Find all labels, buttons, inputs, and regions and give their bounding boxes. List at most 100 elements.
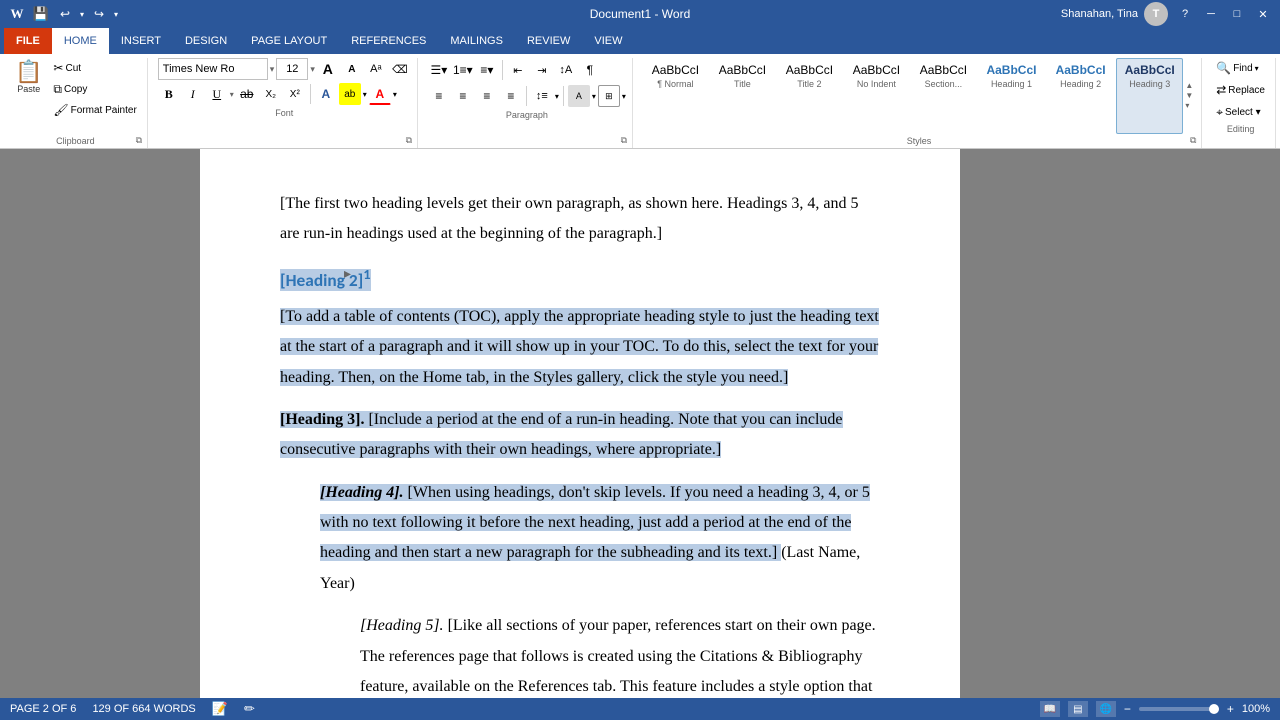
highlight-dropdown[interactable]: ▾	[363, 90, 367, 99]
cut-button[interactable]: ✂ Cut	[49, 58, 140, 78]
style-heading1[interactable]: AaBbCcI Heading 1	[978, 58, 1045, 134]
show-para-btn[interactable]: ¶	[579, 59, 601, 81]
editing-label: Editing	[1212, 124, 1269, 134]
customize-quick-access[interactable]: ▾	[114, 10, 118, 19]
word-count: 129 OF 664 WORDS	[92, 703, 195, 715]
borders-btn[interactable]: ⊞	[598, 85, 620, 107]
subscript-btn[interactable]: X₂	[260, 83, 282, 105]
paragraph-expand[interactable]: ⧉	[618, 134, 630, 146]
underline-btn[interactable]: U	[206, 83, 228, 105]
zoom-thumb[interactable]	[1209, 704, 1219, 714]
font-shrink-btn[interactable]: A	[341, 58, 363, 80]
font-size-input[interactable]	[276, 58, 308, 80]
page-info: PAGE 2 OF 6	[10, 703, 76, 715]
align-left-btn[interactable]: ≡	[428, 85, 450, 107]
line-spacing-dropdown[interactable]: ▾	[555, 92, 559, 101]
style-no-indent[interactable]: AaBbCcI No Indent	[844, 58, 909, 134]
tab-view[interactable]: VIEW	[582, 28, 634, 54]
track-changes-icon[interactable]: ✏	[244, 701, 255, 717]
zoom-out-btn[interactable]: −	[1124, 702, 1131, 716]
strikethrough-btn[interactable]: ab	[236, 83, 258, 105]
select-button[interactable]: ⌖ Select ▾	[1212, 102, 1269, 122]
highlight-btn[interactable]: ab	[339, 83, 361, 105]
paste-button[interactable]: 📋 Paste	[10, 58, 47, 97]
style-normal[interactable]: AaBbCcI ¶ Normal	[643, 58, 708, 134]
close-btn[interactable]: ✕	[1254, 5, 1272, 23]
shading-dropdown[interactable]: ▾	[592, 92, 596, 101]
format-divider	[310, 84, 311, 104]
align-right-btn[interactable]: ≡	[476, 85, 498, 107]
web-view-btn[interactable]: 🌐	[1096, 701, 1116, 717]
redo-btn[interactable]: ↪	[90, 5, 108, 23]
replace-button[interactable]: ⇄ Replace	[1212, 80, 1269, 100]
change-case-btn[interactable]: Aᵃ	[365, 58, 387, 80]
tab-mailings[interactable]: MAILINGS	[438, 28, 515, 54]
increase-indent-btn[interactable]: ⇥	[531, 59, 553, 81]
copy-button[interactable]: ⧉ Copy	[49, 79, 140, 99]
scroll-up-icon: ▲	[1185, 82, 1193, 90]
bullets-btn[interactable]: ☰▾	[428, 59, 450, 81]
style-no-spacing[interactable]: AaBbCcI Title	[710, 58, 775, 134]
undo-dropdown[interactable]: ▾	[80, 10, 84, 19]
tab-page-layout[interactable]: PAGE LAYOUT	[239, 28, 339, 54]
font-color-dropdown[interactable]: ▾	[393, 90, 397, 99]
font-name-dropdown[interactable]: ▾	[270, 64, 275, 75]
sort-btn[interactable]: ↕A	[555, 59, 577, 81]
clear-format-btn[interactable]: ⌫	[389, 58, 411, 80]
bold-btn[interactable]: B	[158, 83, 180, 105]
undo-btn[interactable]: ↩	[56, 5, 74, 23]
clipboard-expand[interactable]: ⧉	[133, 134, 145, 146]
justify-btn[interactable]: ≡	[500, 85, 522, 107]
style-title2[interactable]: AaBbCcI Title 2	[777, 58, 842, 134]
font-grow-btn[interactable]: A	[317, 58, 339, 80]
text-effect-btn[interactable]: A	[315, 83, 337, 105]
zoom-slider[interactable]	[1139, 707, 1219, 711]
heading2[interactable]: [Heading 2]1	[280, 262, 880, 296]
decrease-indent-btn[interactable]: ⇤	[507, 59, 529, 81]
toc-paragraph[interactable]: [To add a table of contents (TOC), apply…	[280, 302, 880, 393]
read-view-btn[interactable]: 📖	[1040, 701, 1060, 717]
help-btn[interactable]: ?	[1176, 5, 1194, 23]
tab-design[interactable]: DESIGN	[173, 28, 239, 54]
font-color-btn[interactable]: A	[369, 83, 391, 105]
find-icon: 🔍	[1216, 61, 1231, 75]
superscript-btn[interactable]: X²	[284, 83, 306, 105]
font-size-dropdown[interactable]: ▾	[310, 64, 315, 75]
shading-btn[interactable]: A	[568, 85, 590, 107]
tab-home[interactable]: HOME	[52, 28, 109, 54]
styles-expand[interactable]: ⧉	[1187, 134, 1199, 146]
format-painter-button[interactable]: 🖌 Format Painter	[49, 100, 140, 120]
tab-insert[interactable]: INSERT	[109, 28, 173, 54]
heading4-paragraph[interactable]: [Heading 4]. [When using headings, don't…	[320, 478, 880, 600]
underline-dropdown[interactable]: ▾	[230, 90, 234, 99]
heading3-paragraph[interactable]: [Heading 3]. [Include a period at the en…	[280, 405, 880, 466]
find-dropdown[interactable]: ▾	[1255, 64, 1259, 73]
document-area[interactable]: [The first two heading levels get their …	[0, 149, 1280, 698]
borders-dropdown[interactable]: ▾	[622, 92, 626, 101]
heading3-wrapper: [Heading 3]. [Include a period at the en…	[280, 411, 843, 458]
tab-file[interactable]: FILE	[4, 28, 52, 54]
style-heading3[interactable]: AaBbCcI Heading 3	[1116, 58, 1183, 134]
align-center-btn[interactable]: ≡	[452, 85, 474, 107]
tab-references[interactable]: REFERENCES	[339, 28, 438, 54]
font-name-input[interactable]	[158, 58, 268, 80]
restore-btn[interactable]: □	[1228, 5, 1246, 23]
numbering-btn[interactable]: 1≡▾	[452, 59, 474, 81]
line-spacing-btn[interactable]: ↕≡	[531, 85, 553, 107]
heading5-paragraph[interactable]: [Heading 5]. [Like all sections of your …	[360, 611, 880, 698]
print-view-btn[interactable]: ▤	[1068, 701, 1088, 717]
font-expand[interactable]: ⧉	[403, 134, 415, 146]
multilevel-btn[interactable]: ≡▾	[476, 59, 498, 81]
document-page[interactable]: [The first two heading levels get their …	[200, 149, 960, 698]
save-quick-btn[interactable]: 💾	[32, 5, 50, 23]
find-button[interactable]: 🔍 Find ▾	[1212, 58, 1269, 78]
spelling-icon[interactable]: 📝	[212, 701, 228, 717]
style-heading2[interactable]: AaBbCcI Heading 2	[1047, 58, 1114, 134]
style-section[interactable]: AaBbCcI Section...	[911, 58, 976, 134]
styles-scroll[interactable]: ▲ ▼ ▾	[1183, 58, 1195, 134]
zoom-in-btn[interactable]: +	[1227, 702, 1234, 716]
intro-paragraph[interactable]: [The first two heading levels get their …	[280, 189, 880, 250]
tab-review[interactable]: REVIEW	[515, 28, 582, 54]
minimize-btn[interactable]: ─	[1202, 5, 1220, 23]
italic-btn[interactable]: I	[182, 83, 204, 105]
